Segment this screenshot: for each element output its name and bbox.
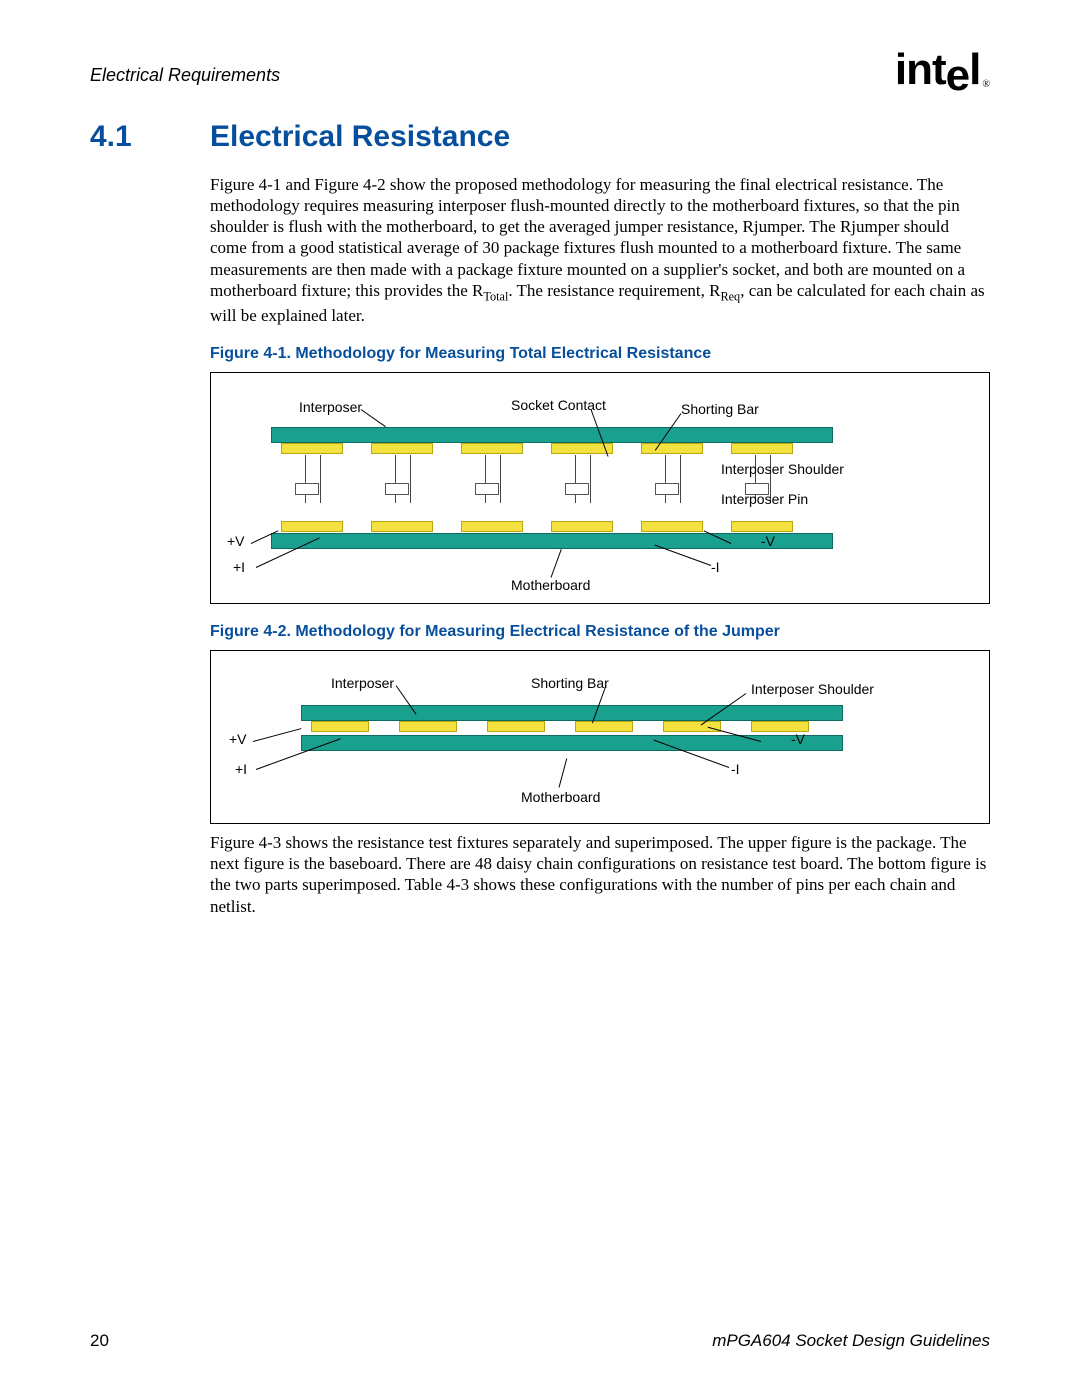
body-text-1: Figure 4-1 and Figure 4-2 show the propo… bbox=[210, 174, 990, 326]
figure-2-caption: Figure 4-2. Methodology for Measuring El… bbox=[210, 622, 990, 642]
running-header: Electrical Requirements bbox=[90, 65, 280, 86]
intel-logo: intel® bbox=[895, 50, 990, 90]
body-text-2: Figure 4-3 shows the resistance test fix… bbox=[210, 832, 990, 917]
page-number: 20 bbox=[90, 1331, 109, 1351]
doc-title-footer: mPGA604 Socket Design Guidelines bbox=[712, 1331, 990, 1351]
section-number: 4.1 bbox=[90, 120, 210, 154]
section-title: Electrical Resistance bbox=[210, 120, 510, 153]
section-heading: 4.1Electrical Resistance bbox=[90, 120, 990, 154]
figure-1: Interposer Socket Contact Shorting Bar I… bbox=[210, 372, 990, 604]
figure-2: Interposer Shorting Bar Interposer Shoul… bbox=[210, 650, 990, 824]
figure-1-caption: Figure 4-1. Methodology for Measuring To… bbox=[210, 344, 990, 364]
